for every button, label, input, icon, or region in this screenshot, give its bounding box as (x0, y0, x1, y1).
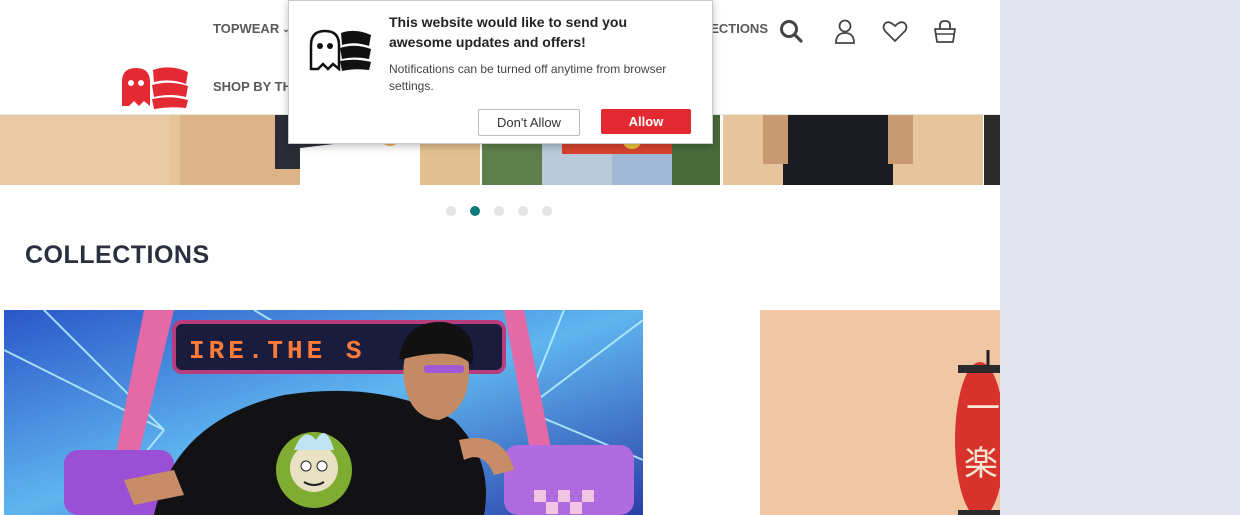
carousel-slide[interactable] (723, 114, 983, 185)
collection-tile-japanese[interactable]: 一 楽 (760, 310, 1000, 515)
carousel-dot[interactable] (542, 206, 552, 216)
dont-allow-button[interactable]: Don't Allow (478, 109, 580, 136)
carousel-dot-active[interactable] (470, 206, 480, 216)
nav-topwear-label: TOPWEAR (213, 21, 280, 36)
brand-ghost-logo (309, 27, 373, 73)
carousel-slide[interactable] (984, 114, 1000, 185)
collections-heading: COLLECTIONS (25, 241, 210, 269)
bag-icon[interactable] (930, 16, 960, 46)
brand-logo[interactable] (118, 62, 192, 110)
svg-text:楽: 楽 (964, 444, 998, 484)
push-notification-prompt: This website would like to send you awes… (288, 0, 713, 144)
heart-icon[interactable] (880, 16, 910, 46)
allow-button[interactable]: Allow (601, 109, 691, 134)
prompt-message: Notifications can be turned off anytime … (389, 62, 667, 93)
carousel-dot[interactable] (446, 206, 456, 216)
svg-text:一: 一 (966, 389, 1000, 429)
carousel-dot[interactable] (494, 206, 504, 216)
prompt-title: This website would like to send you awes… (389, 14, 628, 50)
collection-tile-rick-and-morty[interactable]: IRE.THE S (4, 310, 643, 515)
svg-text:IRE.THE S: IRE.THE S (189, 336, 365, 366)
user-icon[interactable] (830, 16, 860, 46)
nav-topwear[interactable]: TOPWEAR ⌄ (213, 21, 290, 36)
nav-shop-by-theme-label: SHOP BY THEME (213, 79, 291, 94)
store-page: TOPWEAR⌄ SHOP BY THEME COLLECTIONS (0, 0, 1000, 515)
carousel-indicators (446, 206, 552, 216)
carousel-dot[interactable] (518, 206, 528, 216)
search-icon[interactable] (776, 16, 806, 46)
nav-shop-by-theme[interactable]: SHOP BY THEME (213, 79, 291, 94)
